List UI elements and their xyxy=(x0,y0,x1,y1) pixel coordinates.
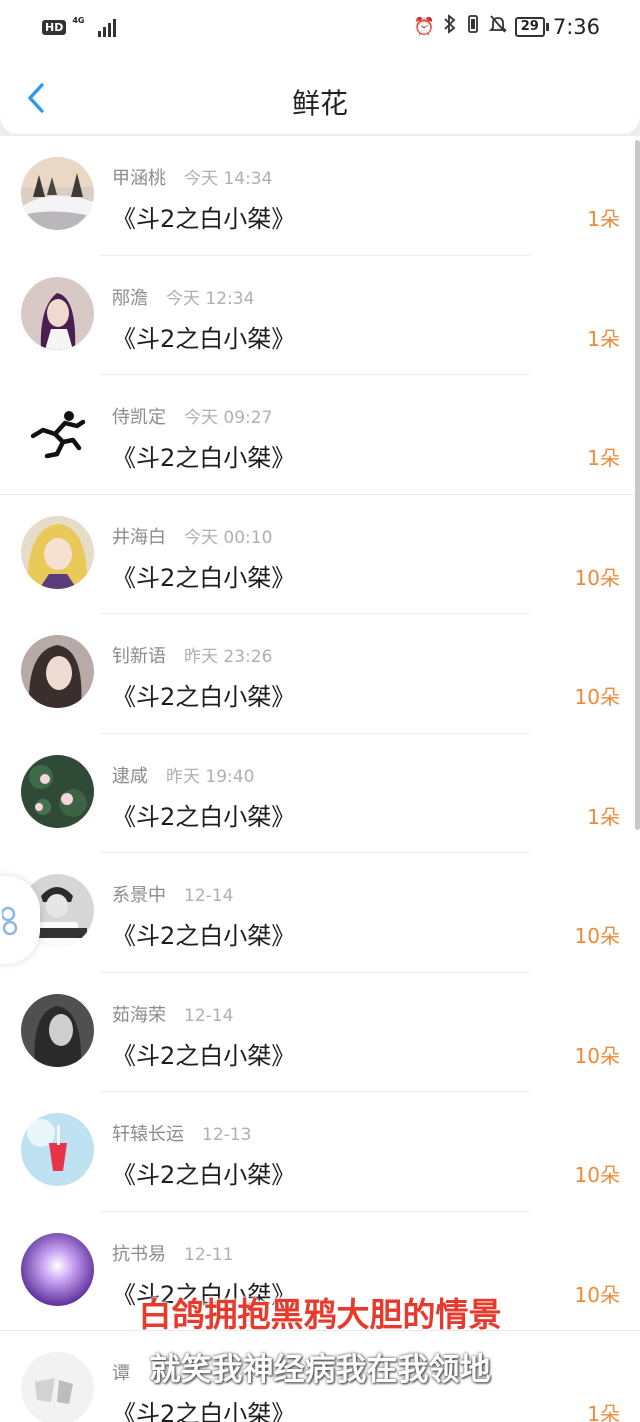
timestamp: 今天 00:10 xyxy=(184,527,273,548)
item-meta: 井海白 今天 00:10 xyxy=(112,523,272,549)
username: 邴澹 xyxy=(112,287,148,309)
username: 抗书易 xyxy=(112,1243,166,1265)
username: 茹海荣 xyxy=(112,1004,166,1026)
timestamp: 昨天 23:26 xyxy=(184,647,273,667)
system-status: ⏰ 29 7:36 xyxy=(414,14,600,39)
list-item[interactable]: 逮咸 昨天 19:40 《斗2之白小桀》 1朵 xyxy=(0,734,640,853)
list-item[interactable]: 钊新语 昨天 23:26 《斗2之白小桀》 10朵 xyxy=(0,614,640,734)
list-item[interactable]: 系景中 12-14 《斗2之白小桀》 10朵 xyxy=(0,853,640,973)
woman-bw-avatar[interactable] xyxy=(21,993,94,1067)
timestamp: 昨天 19:40 xyxy=(166,766,255,787)
book-title: 《斗2之白小桀》 xyxy=(112,922,296,950)
list-item[interactable]: 邴澹 今天 12:34 《斗2之白小桀》 1朵 xyxy=(0,256,640,375)
book-title: 《斗2之白小桀》 xyxy=(112,1161,296,1189)
username: 钊新语 xyxy=(112,646,166,667)
hd-badge: HD xyxy=(42,19,67,35)
flower-count: 1朵 xyxy=(587,326,620,351)
girl-purple-hair-avatar[interactable] xyxy=(21,276,94,350)
running-man-avatar[interactable] xyxy=(21,396,94,469)
book-title: 《斗2之白小桀》 xyxy=(112,324,296,353)
flower-count: 10朵 xyxy=(574,685,620,709)
username: 井海白 xyxy=(112,526,166,548)
list-item[interactable]: 甲涵桃 今天 14:34 《斗2之白小桀》 1朵 xyxy=(0,136,640,256)
item-meta: 钊新语 昨天 23:26 xyxy=(112,642,272,668)
item-meta: 邴澹 今天 12:34 xyxy=(112,284,254,310)
scrollbar[interactable] xyxy=(635,140,640,830)
vibrate-icon xyxy=(465,14,481,39)
username: 系景中 xyxy=(112,885,166,906)
flower-count: 1朵 xyxy=(587,804,620,829)
network-status: HD 4G xyxy=(42,17,117,37)
item-meta: 系景中 12-14 xyxy=(112,881,233,907)
flower-count: 10朵 xyxy=(574,924,620,948)
timestamp: 今天 14:34 xyxy=(184,169,273,189)
book-title: 《斗2之白小桀》 xyxy=(112,563,296,592)
book-title: 《斗2之白小桀》 xyxy=(112,444,296,472)
timestamp: 12-14 xyxy=(184,1005,234,1026)
book-title: 《斗2之白小桀》 xyxy=(112,802,296,831)
book-title: 《斗2之白小桀》 xyxy=(112,683,296,711)
woman-portrait-avatar[interactable] xyxy=(21,635,94,708)
item-meta: 轩辕长运 12-13 xyxy=(112,1120,251,1146)
flower-count: 10朵 xyxy=(574,1163,620,1187)
book-title: 《斗2之白小桀》 xyxy=(112,1041,296,1070)
drink-cup-avatar[interactable] xyxy=(21,1113,94,1186)
bluetooth-icon xyxy=(443,14,457,39)
signal-icon xyxy=(98,17,117,37)
item-meta: 逮咸 昨天 19:40 xyxy=(112,762,254,788)
book-title: 《斗2之白小桀》 xyxy=(112,1400,296,1422)
page-title: 鲜花 xyxy=(291,87,348,120)
flower-count: 10朵 xyxy=(574,1043,620,1068)
username: 甲涵桃 xyxy=(112,168,166,189)
network-type: 4G xyxy=(72,17,92,37)
subtitle-line-2: 就笑我神经病我在我领地 xyxy=(149,1352,491,1388)
anime-girl-avatar[interactable] xyxy=(21,515,94,589)
list-item[interactable]: 轩辕长运 12-13 《斗2之白小桀》 10朵 xyxy=(0,1092,640,1212)
timestamp: 今天 09:27 xyxy=(184,408,273,428)
timestamp: 12-14 xyxy=(184,886,234,906)
timestamp: 12-11 xyxy=(184,1244,234,1265)
mute-icon xyxy=(488,14,507,39)
list-item[interactable]: 茹海荣 12-14 《斗2之白小桀》 10朵 xyxy=(0,973,640,1092)
lotus-pond-avatar[interactable] xyxy=(21,754,94,828)
subtitle-line-1: 白鸽拥抱黑鸦大胆的情景 xyxy=(138,1295,502,1334)
assistant-icon xyxy=(2,906,18,936)
item-meta: 甲涵桃 今天 14:34 xyxy=(112,164,272,190)
item-meta: 茹海荣 12-14 xyxy=(112,1001,233,1027)
battery-indicator: 29 xyxy=(514,16,549,37)
timestamp: 12-13 xyxy=(202,1125,252,1145)
flower-count: 1朵 xyxy=(587,446,620,470)
list-item[interactable]: 侍凯定 今天 09:27 《斗2之白小桀》 1朵 xyxy=(0,375,640,495)
alarm-icon: ⏰ xyxy=(413,16,435,37)
network-label: 4G xyxy=(72,16,85,25)
clock: 7:36 xyxy=(552,14,600,39)
flower-count: 10朵 xyxy=(574,565,620,590)
timestamp: 今天 12:34 xyxy=(166,288,255,309)
list-item[interactable]: 井海白 今天 00:10 《斗2之白小桀》 10朵 xyxy=(0,495,640,614)
username: 逮咸 xyxy=(112,765,148,787)
username: 侍凯定 xyxy=(112,407,166,428)
flower-count: 1朵 xyxy=(587,1402,620,1422)
page-header: 鲜花 xyxy=(0,56,640,134)
status-bar: HD 4G ⏰ 29 7:36 xyxy=(0,0,640,56)
username: 轩辕长运 xyxy=(112,1124,184,1145)
book-title: 《斗2之白小桀》 xyxy=(112,205,296,233)
flower-list[interactable]: 甲涵桃 今天 14:34 《斗2之白小桀》 1朵 邴澹 今天 12:34 《斗2之白… xyxy=(0,136,640,1422)
snowy-forest-avatar[interactable] xyxy=(21,157,94,230)
flower-count: 1朵 xyxy=(587,207,620,231)
item-meta: 抗书易 12-11 xyxy=(112,1240,233,1266)
item-meta: 侍凯定 今天 09:27 xyxy=(112,403,272,429)
